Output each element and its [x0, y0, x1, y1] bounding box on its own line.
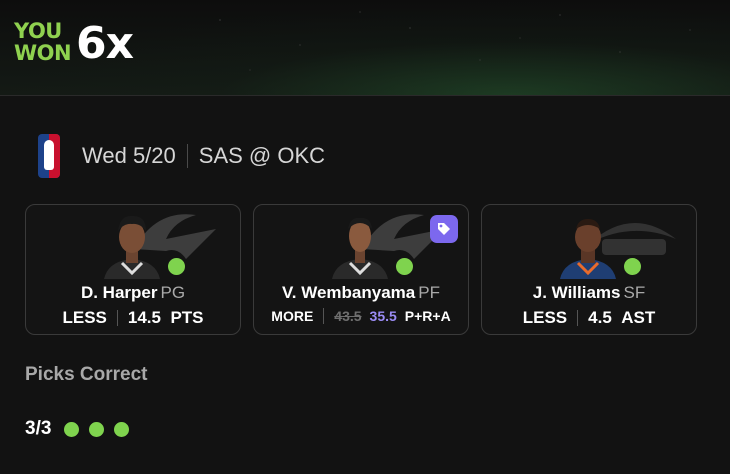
game-matchup: SAS @ OKC	[198, 143, 326, 168]
pick-line: 14.5	[127, 308, 161, 327]
win-banner: YOU WON 6x	[0, 0, 730, 96]
correct-check-icon	[394, 256, 415, 277]
pick-stat: P+R+A	[404, 308, 451, 324]
pick-direction: LESS	[62, 308, 107, 327]
result-dot	[89, 421, 105, 437]
pick-card-harper[interactable]: D. Harper PG LESS 14.5 PTS	[25, 204, 241, 335]
pick-direction: MORE	[271, 308, 314, 324]
pick-direction: LESS	[522, 308, 568, 327]
won-text: WON	[14, 41, 72, 65]
result-dot	[64, 421, 80, 437]
pick-stat: PTS	[170, 308, 204, 327]
you-won-label: YOU WON	[14, 19, 72, 65]
correct-check-icon	[166, 256, 187, 277]
win-multiplier: 6x	[76, 18, 134, 69]
player-name: V. Wembanyama	[282, 283, 416, 302]
divider	[186, 144, 188, 168]
player-headshot	[560, 219, 616, 279]
divider	[577, 310, 579, 326]
game-date: Wed 5/20	[82, 143, 176, 168]
picks-correct-summary: 3/3	[25, 418, 139, 440]
correct-check-icon	[622, 256, 643, 277]
player-position: PG	[160, 283, 186, 302]
original-line: 43.5	[334, 308, 362, 324]
promo-tag-icon[interactable]	[430, 215, 458, 243]
divider	[116, 310, 118, 326]
game-info: Wed 5/20 SAS @ OKC	[38, 134, 325, 178]
player-name: J. Williams	[532, 283, 621, 302]
you-text: YOU	[14, 19, 62, 43]
player-headshot	[332, 217, 388, 279]
player-name: D. Harper	[80, 283, 158, 302]
picks-list: D. Harper PG LESS 14.5 PTS V. Wembanyama…	[25, 204, 697, 335]
pick-stat: AST	[621, 308, 656, 327]
result-dot	[114, 421, 130, 437]
player-position: SF	[623, 283, 646, 302]
picks-correct-title: Picks Correct	[25, 364, 148, 385]
promo-line: 35.5	[369, 308, 397, 324]
picks-correct-count: 3/3	[25, 418, 52, 439]
pick-card-williams[interactable]: J. Williams SF LESS 4.5 AST	[481, 204, 697, 335]
pick-card-wembanyama[interactable]: V. Wembanyama PF MORE 43.5 35.5 P+R+A	[253, 204, 469, 335]
player-headshot	[104, 215, 160, 279]
player-position: PF	[418, 283, 440, 302]
nba-logo-icon	[38, 134, 60, 178]
pick-line: 4.5	[588, 308, 612, 327]
divider	[323, 308, 325, 324]
